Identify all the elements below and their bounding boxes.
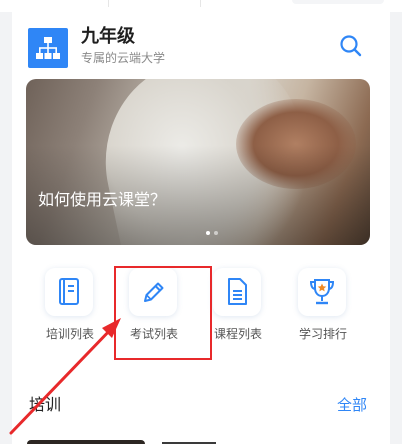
annotation-arrow-icon xyxy=(9,318,121,435)
app-page: 九年级 专属的云端大学 如何使用云课堂？ 培训列表 考试列表 课程列表 学习排行… xyxy=(0,0,402,444)
